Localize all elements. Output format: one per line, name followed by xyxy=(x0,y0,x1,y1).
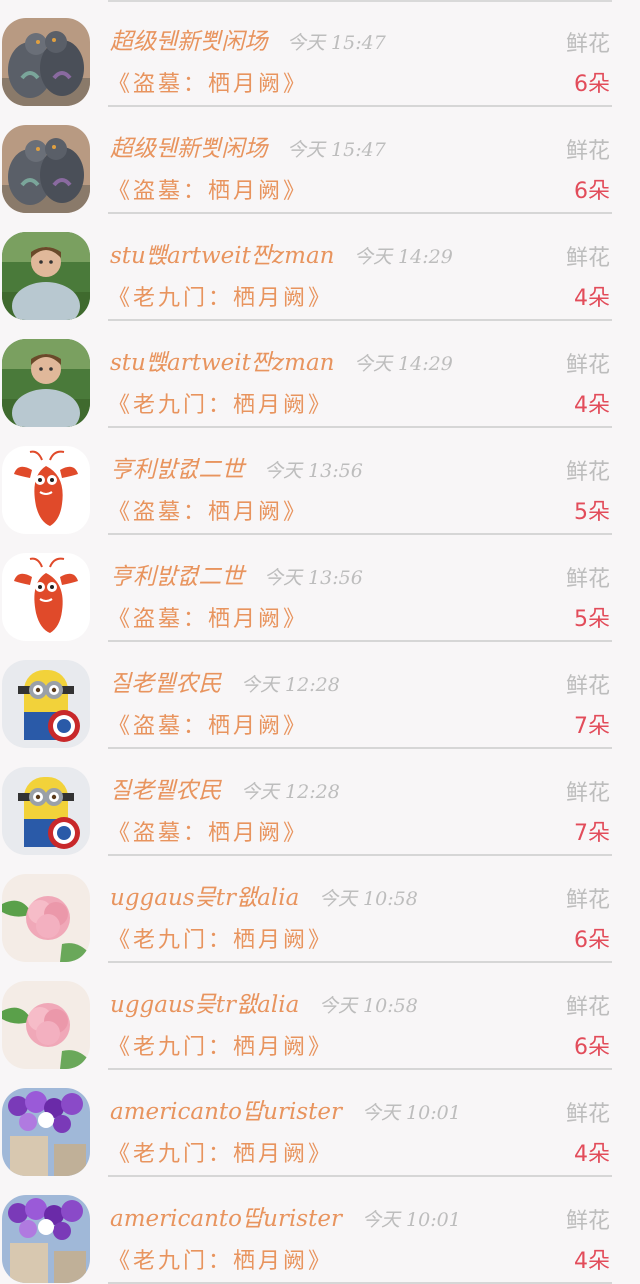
flower-count: 6朵 xyxy=(574,928,610,953)
boy-avatar[interactable] xyxy=(2,339,90,427)
gift-type: 鲜花 xyxy=(565,1102,610,1127)
minion-avatar[interactable] xyxy=(2,660,90,748)
lobster-avatar[interactable] xyxy=(2,553,90,641)
flower-count: 4朵 xyxy=(574,286,610,311)
flower-count: 6朵 xyxy=(574,179,610,204)
book-title[interactable]: 《老九门：栖月阙》 xyxy=(108,922,333,954)
balloons-avatar[interactable] xyxy=(2,1088,90,1176)
timestamp: 今天 13:56 xyxy=(264,460,363,482)
carnation-avatar[interactable] xyxy=(2,981,90,1069)
flower-count: 4朵 xyxy=(574,393,610,418)
gift-type: 鲜花 xyxy=(565,460,610,485)
book-title[interactable]: 《老九门：栖月阙》 xyxy=(108,280,333,312)
gift-type: 鲜花 xyxy=(565,32,610,57)
flower-count: 5朵 xyxy=(574,607,610,632)
book-title[interactable]: 《盗墓：栖月阙》 xyxy=(108,173,308,205)
user-name[interactable]: uggaus믖tr왮alia xyxy=(110,878,299,912)
book-title[interactable]: 《老九门：栖月阙》 xyxy=(108,1029,333,1061)
user-name[interactable]: stu뺁artweit짠zman xyxy=(110,343,334,377)
list-item[interactable]: 亨利밠켮二世 今天 13:56 鲜花《盗墓：栖月阙》 5朵 xyxy=(0,428,640,535)
gift-type: 鲜花 xyxy=(565,139,610,164)
gift-type: 鲜花 xyxy=(565,674,610,699)
lobster-avatar[interactable] xyxy=(2,446,90,534)
gift-type: 鲜花 xyxy=(565,567,610,592)
user-name[interactable]: 질老뮅农民 xyxy=(110,664,221,698)
minion-avatar[interactable] xyxy=(2,767,90,855)
timestamp: 今天 12:28 xyxy=(241,781,340,803)
timestamp: 今天 12:28 xyxy=(241,674,340,696)
pigeons-avatar[interactable] xyxy=(2,18,90,106)
user-name[interactable]: uggaus믖tr왮alia xyxy=(110,985,299,1019)
timestamp: 今天 15:47 xyxy=(287,32,386,54)
user-name[interactable]: 超级뒌新뾧闲场 xyxy=(110,22,267,56)
flower-gift-list: 超级뒌新뾧闲场 今天 15:47 鲜花 《盗墓：栖月阙》 6朵 超级뒌新뾧闲场 今天 15:… xyxy=(0,0,640,1284)
user-name[interactable]: 亨利밠켮二世 xyxy=(110,450,244,484)
user-name[interactable]: 亨利밠켮二世 xyxy=(110,557,244,591)
list-item[interactable]: 超级뒌新뾧闲场 今天 15:47 鲜花《盗墓：栖月阙》 6朵 xyxy=(0,0,640,107)
user-name[interactable]: 질老뮅农民 xyxy=(110,771,221,805)
flower-count: 5朵 xyxy=(574,500,610,525)
flower-count: 4朵 xyxy=(574,1142,610,1167)
list-item[interactable]: uggaus믖tr왮alia 今天 10:58 鲜花《老九门：栖月阙》 6朵 xyxy=(0,963,640,1070)
list-item[interactable]: 超级뒌新뾧闲场 今天 15:47 鲜花《盗墓：栖月阙》 6朵 xyxy=(0,107,640,214)
list-item[interactable]: 질老뮅农民 今天 12:28 鲜花《盗墓：栖月阙》 7朵 xyxy=(0,749,640,856)
list-item[interactable]: americanto땁urister 今天 10:01 鲜花《老九门：栖月阙》 4朵 xyxy=(0,1177,640,1284)
timestamp: 今天 10:01 xyxy=(362,1102,461,1124)
flower-count: 7朵 xyxy=(574,714,610,739)
timestamp: 今天 10:58 xyxy=(319,995,418,1017)
list-item[interactable]: uggaus믖tr왮alia 今天 10:58 鲜花《老九门：栖月阙》 6朵 xyxy=(0,856,640,963)
list-item[interactable]: stu뺁artweit짠zman 今天 14:29 鲜花《老九门：栖月阙》 4朵 xyxy=(0,214,640,321)
book-title[interactable]: 《盗墓：栖月阙》 xyxy=(108,815,308,847)
book-title[interactable]: 《老九门：栖月阙》 xyxy=(108,1243,333,1275)
user-name[interactable]: 超级뒌新뾧闲场 xyxy=(110,129,267,163)
list-item[interactable]: stu뺁artweit짠zman 今天 14:29 鲜花《老九门：栖月阙》 4朵 xyxy=(0,321,640,428)
balloons-avatar[interactable] xyxy=(2,1195,90,1283)
book-title[interactable]: 《老九门：栖月阙》 xyxy=(108,1136,333,1168)
book-title[interactable]: 《盗墓：栖月阙》 xyxy=(108,494,308,526)
user-name[interactable]: americanto땁urister xyxy=(110,1092,342,1126)
flower-count: 7朵 xyxy=(574,821,610,846)
gift-type: 鲜花 xyxy=(565,246,610,271)
timestamp: 今天 10:01 xyxy=(362,1209,461,1231)
timestamp: 今天 13:56 xyxy=(264,567,363,589)
flower-count: 6朵 xyxy=(574,72,610,97)
flower-count: 6朵 xyxy=(574,1035,610,1060)
timestamp: 今天 14:29 xyxy=(354,246,453,268)
list-item[interactable]: 亨利밠켮二世 今天 13:56 鲜花《盗墓：栖月阙》 5朵 xyxy=(0,535,640,642)
pigeons-avatar[interactable] xyxy=(2,125,90,213)
flower-count: 4朵 xyxy=(574,1249,610,1274)
gift-type: 鲜花 xyxy=(565,888,610,913)
gift-type: 鲜花 xyxy=(565,781,610,806)
gift-type: 鲜花 xyxy=(565,353,610,378)
timestamp: 今天 10:58 xyxy=(319,888,418,910)
list-item[interactable]: 질老뮅农民 今天 12:28 鲜花《盗墓：栖月阙》 7朵 xyxy=(0,642,640,749)
book-title[interactable]: 《老九门：栖月阙》 xyxy=(108,387,333,419)
timestamp: 今天 15:47 xyxy=(287,139,386,161)
book-title[interactable]: 《盗墓：栖月阙》 xyxy=(108,66,308,98)
book-title[interactable]: 《盗墓：栖月阙》 xyxy=(108,601,308,633)
timestamp: 今天 14:29 xyxy=(354,353,453,375)
list-item[interactable]: americanto땁urister 今天 10:01 鲜花《老九门：栖月阙》 4朵 xyxy=(0,1070,640,1177)
boy-avatar[interactable] xyxy=(2,232,90,320)
book-title[interactable]: 《盗墓：栖月阙》 xyxy=(108,708,308,740)
carnation-avatar[interactable] xyxy=(2,874,90,962)
user-name[interactable]: stu뺁artweit짠zman xyxy=(110,236,334,270)
gift-type: 鲜花 xyxy=(565,1209,610,1234)
gift-type: 鲜花 xyxy=(565,995,610,1020)
user-name[interactable]: americanto땁urister xyxy=(110,1199,342,1233)
